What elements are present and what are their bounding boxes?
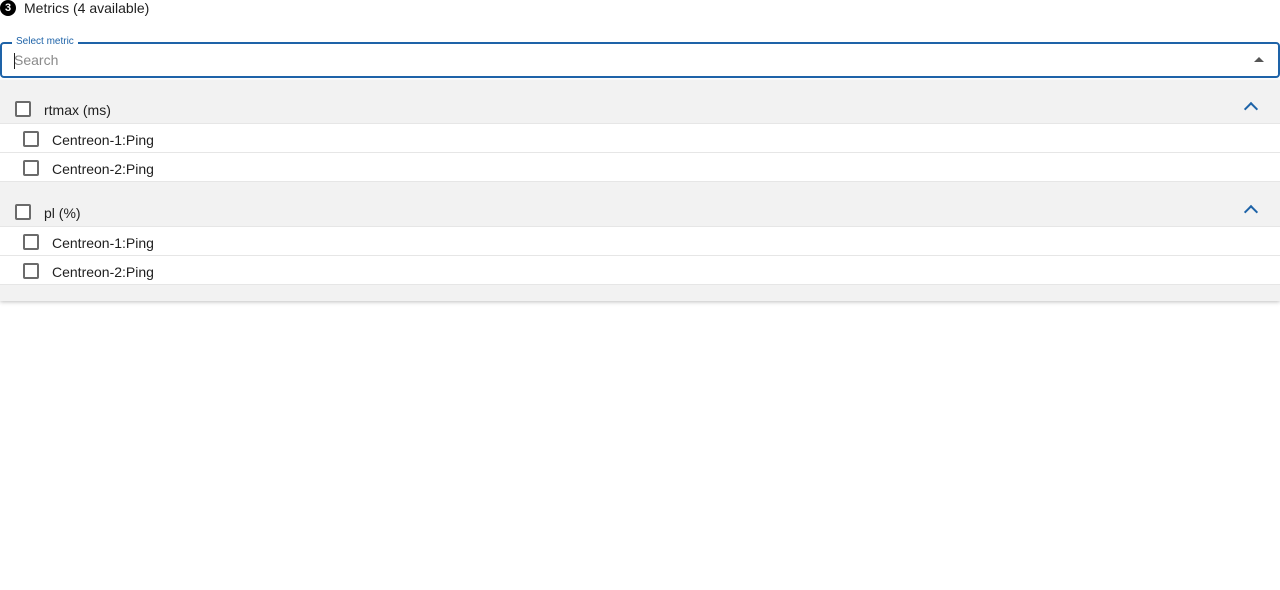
item-checkbox[interactable] — [23, 234, 39, 250]
metrics-step: 3 Metrics (4 available) Select metric rt… — [0, 0, 1280, 590]
step-header: 3 Metrics (4 available) — [0, 0, 149, 16]
chevron-up-icon[interactable] — [1243, 204, 1259, 220]
step-title: Metrics (4 available) — [24, 0, 150, 16]
list-item[interactable]: Centreon-1:Ping — [0, 227, 1280, 256]
item-label: Centreon-1:Ping — [52, 235, 154, 251]
select-metric-label: Select metric — [12, 36, 78, 48]
step-number-badge: 3 — [0, 0, 16, 16]
group-label: pl (%) — [44, 205, 81, 221]
arrow-drop-up-icon[interactable] — [1254, 57, 1264, 62]
list-item[interactable]: Centreon-1:Ping — [0, 124, 1280, 153]
group-checkbox-rtmax[interactable] — [15, 101, 31, 117]
group-header-rtmax[interactable]: rtmax (ms) — [0, 80, 1280, 124]
item-checkbox[interactable] — [23, 131, 39, 147]
list-item[interactable]: Centreon-2:Ping — [0, 256, 1280, 285]
list-footer — [0, 285, 1280, 301]
select-metric-field[interactable]: Select metric — [0, 36, 1280, 78]
item-label: Centreon-2:Ping — [52, 264, 154, 280]
group-label: rtmax (ms) — [44, 102, 111, 118]
item-checkbox[interactable] — [23, 160, 39, 176]
group-checkbox-pl[interactable] — [15, 204, 31, 220]
chevron-up-icon[interactable] — [1243, 101, 1259, 117]
group-divider — [0, 182, 1280, 198]
item-label: Centreon-1:Ping — [52, 132, 154, 148]
metric-options-list: rtmax (ms) Centreon-1:Ping Centreon-2:Pi… — [0, 80, 1280, 301]
item-label: Centreon-2:Ping — [52, 161, 154, 177]
metric-search-input[interactable] — [14, 52, 1214, 68]
list-item[interactable]: Centreon-2:Ping — [0, 153, 1280, 182]
group-header-pl[interactable]: pl (%) — [0, 198, 1280, 227]
text-cursor — [14, 53, 15, 69]
item-checkbox[interactable] — [23, 263, 39, 279]
